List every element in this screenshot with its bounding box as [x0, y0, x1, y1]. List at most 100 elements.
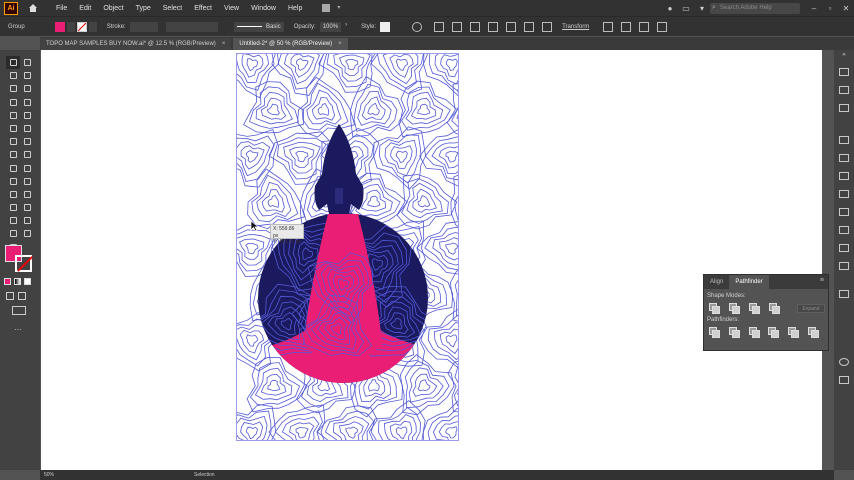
pathfinder-panel-icon[interactable]	[839, 290, 849, 298]
stroke-color-swatch[interactable]	[76, 21, 87, 32]
expand-panels-icon[interactable]: «	[834, 52, 854, 58]
fill-color-swatch[interactable]	[54, 21, 65, 32]
gradient-mode-icon[interactable]	[14, 278, 21, 285]
tool-artboard-icon[interactable]	[20, 214, 34, 227]
align-to-icon[interactable]	[434, 21, 445, 32]
tab-align[interactable]: Align	[704, 275, 729, 289]
tool-line-segment-icon[interactable]	[20, 96, 34, 109]
merge-button[interactable]	[748, 327, 760, 338]
tool-type-icon[interactable]	[6, 96, 20, 109]
brush-definition-dropdown[interactable]: Basic	[233, 21, 284, 32]
screen-mode-icon[interactable]	[12, 306, 26, 315]
tool-width-icon[interactable]	[20, 148, 34, 161]
graphic-style-swatch[interactable]	[380, 21, 391, 32]
tool-perspective-grid-icon[interactable]	[6, 175, 20, 188]
home-icon[interactable]	[26, 1, 40, 15]
menu-file[interactable]: File	[50, 5, 73, 12]
chevron-down-icon[interactable]	[394, 22, 404, 32]
tool-slice-icon[interactable]	[6, 227, 20, 240]
isolate-group-icon[interactable]	[603, 21, 614, 32]
tool-scale-icon[interactable]	[6, 148, 20, 161]
tool-eraser-icon[interactable]	[6, 135, 20, 148]
close-icon[interactable]: ×	[338, 41, 342, 47]
chevron-right-icon[interactable]: ›	[345, 22, 355, 32]
align-middle-icon[interactable]	[524, 21, 535, 32]
help-search-input[interactable]: Search Adobe Help	[710, 2, 800, 14]
swatches-panel-icon[interactable]	[839, 154, 849, 162]
tool-selection-icon[interactable]	[6, 56, 20, 69]
align-right-icon[interactable]	[488, 21, 499, 32]
align-left-icon[interactable]	[452, 21, 463, 32]
edit-contents-icon[interactable]	[621, 21, 632, 32]
close-icon[interactable]: ✕	[838, 4, 854, 13]
libraries-panel-icon[interactable]	[839, 104, 849, 112]
draw-normal-icon[interactable]	[6, 292, 14, 300]
menu-window[interactable]: Window	[245, 5, 282, 12]
properties-panel-icon[interactable]	[839, 68, 849, 76]
artboards-panel-icon[interactable]	[839, 376, 849, 384]
symbols-panel-icon[interactable]	[839, 190, 849, 198]
recolor-artwork-icon[interactable]	[412, 21, 423, 32]
close-icon[interactable]: ×	[222, 41, 226, 47]
current-tool-status[interactable]: Selection	[194, 472, 215, 478]
exclude-button[interactable]	[769, 303, 780, 314]
intersect-button[interactable]	[749, 303, 760, 314]
share-icon[interactable]: ●	[662, 4, 678, 13]
gradient-panel-icon[interactable]	[839, 226, 849, 234]
minimize-icon[interactable]: –	[806, 4, 822, 13]
tab-untitled-2[interactable]: Untitled-2* @ 50 % (RGB/Preview) ×	[233, 38, 348, 50]
tool-hand-icon[interactable]	[20, 227, 34, 240]
tool-rotate-icon[interactable]	[20, 135, 34, 148]
color-mode-icon[interactable]	[4, 278, 11, 285]
tool-paintbrush-icon[interactable]	[20, 109, 34, 122]
panel-menu-icon[interactable]	[657, 21, 668, 32]
chevron-down-icon[interactable]: ▾	[694, 4, 710, 13]
variable-width-profile[interactable]	[165, 21, 218, 32]
align-top-icon[interactable]	[506, 21, 517, 32]
tool-eyedropper-icon[interactable]	[20, 188, 34, 201]
tool-column-graph-icon[interactable]	[6, 214, 20, 227]
menu-type[interactable]: Type	[130, 5, 157, 12]
none-mode-icon[interactable]	[24, 278, 31, 285]
menu-view[interactable]: View	[218, 5, 245, 12]
tool-shape-builder-icon[interactable]	[20, 162, 34, 175]
topo-artwork[interactable]	[237, 54, 459, 441]
fill-dropdown[interactable]	[66, 21, 75, 32]
minus-back-button[interactable]	[808, 327, 819, 338]
graphic-styles-icon[interactable]	[839, 358, 849, 366]
divide-button[interactable]	[709, 327, 720, 338]
edit-toolbar-icon[interactable]: ···	[14, 325, 22, 334]
unite-button[interactable]	[709, 303, 720, 314]
minus-front-button[interactable]	[729, 303, 740, 314]
outline-button[interactable]	[788, 327, 800, 338]
tool-free-transform-icon[interactable]	[6, 162, 20, 175]
appearance-panel-icon[interactable]	[839, 262, 849, 270]
stroke-panel-icon[interactable]	[839, 208, 849, 216]
crop-button[interactable]	[768, 327, 780, 338]
tool-shaper-icon[interactable]	[6, 122, 20, 135]
tool-pencil-icon[interactable]	[20, 122, 34, 135]
menu-help[interactable]: Help	[282, 5, 308, 12]
workspace-icon[interactable]: ▭	[678, 4, 694, 13]
maximize-icon[interactable]: ▫	[822, 4, 838, 13]
transform-link[interactable]: Transform	[562, 24, 589, 30]
brushes-panel-icon[interactable]	[839, 172, 849, 180]
tool-mesh-icon[interactable]	[20, 175, 34, 188]
tool-rectangle-icon[interactable]	[6, 109, 20, 122]
workspace-switcher[interactable]: ▾	[318, 4, 340, 12]
expand-button[interactable]: Expand	[797, 303, 825, 313]
tool-pen-icon[interactable]	[6, 82, 20, 95]
tab-pathfinder[interactable]: Pathfinder	[729, 275, 769, 289]
menu-edit[interactable]: Edit	[73, 5, 97, 12]
tab-topo-map-samples[interactable]: TOPO MAP SAMPLES BUY NOW.ai* @ 12.5 % (R…	[40, 38, 232, 50]
tool-direct-selection-icon[interactable]	[20, 56, 34, 69]
zoom-level[interactable]: 50%	[44, 472, 54, 478]
stroke-weight-field[interactable]	[129, 21, 158, 32]
canvas-area[interactable]: X: 559.86 px Y: 488.52 px	[40, 50, 834, 470]
menu-effect[interactable]: Effect	[188, 5, 218, 12]
tool-blend-icon[interactable]	[6, 201, 20, 214]
tool-gradient-icon[interactable]	[6, 188, 20, 201]
color-panel-icon[interactable]	[839, 136, 849, 144]
tool-curvature-icon[interactable]	[20, 82, 34, 95]
artboard[interactable]	[236, 53, 459, 441]
